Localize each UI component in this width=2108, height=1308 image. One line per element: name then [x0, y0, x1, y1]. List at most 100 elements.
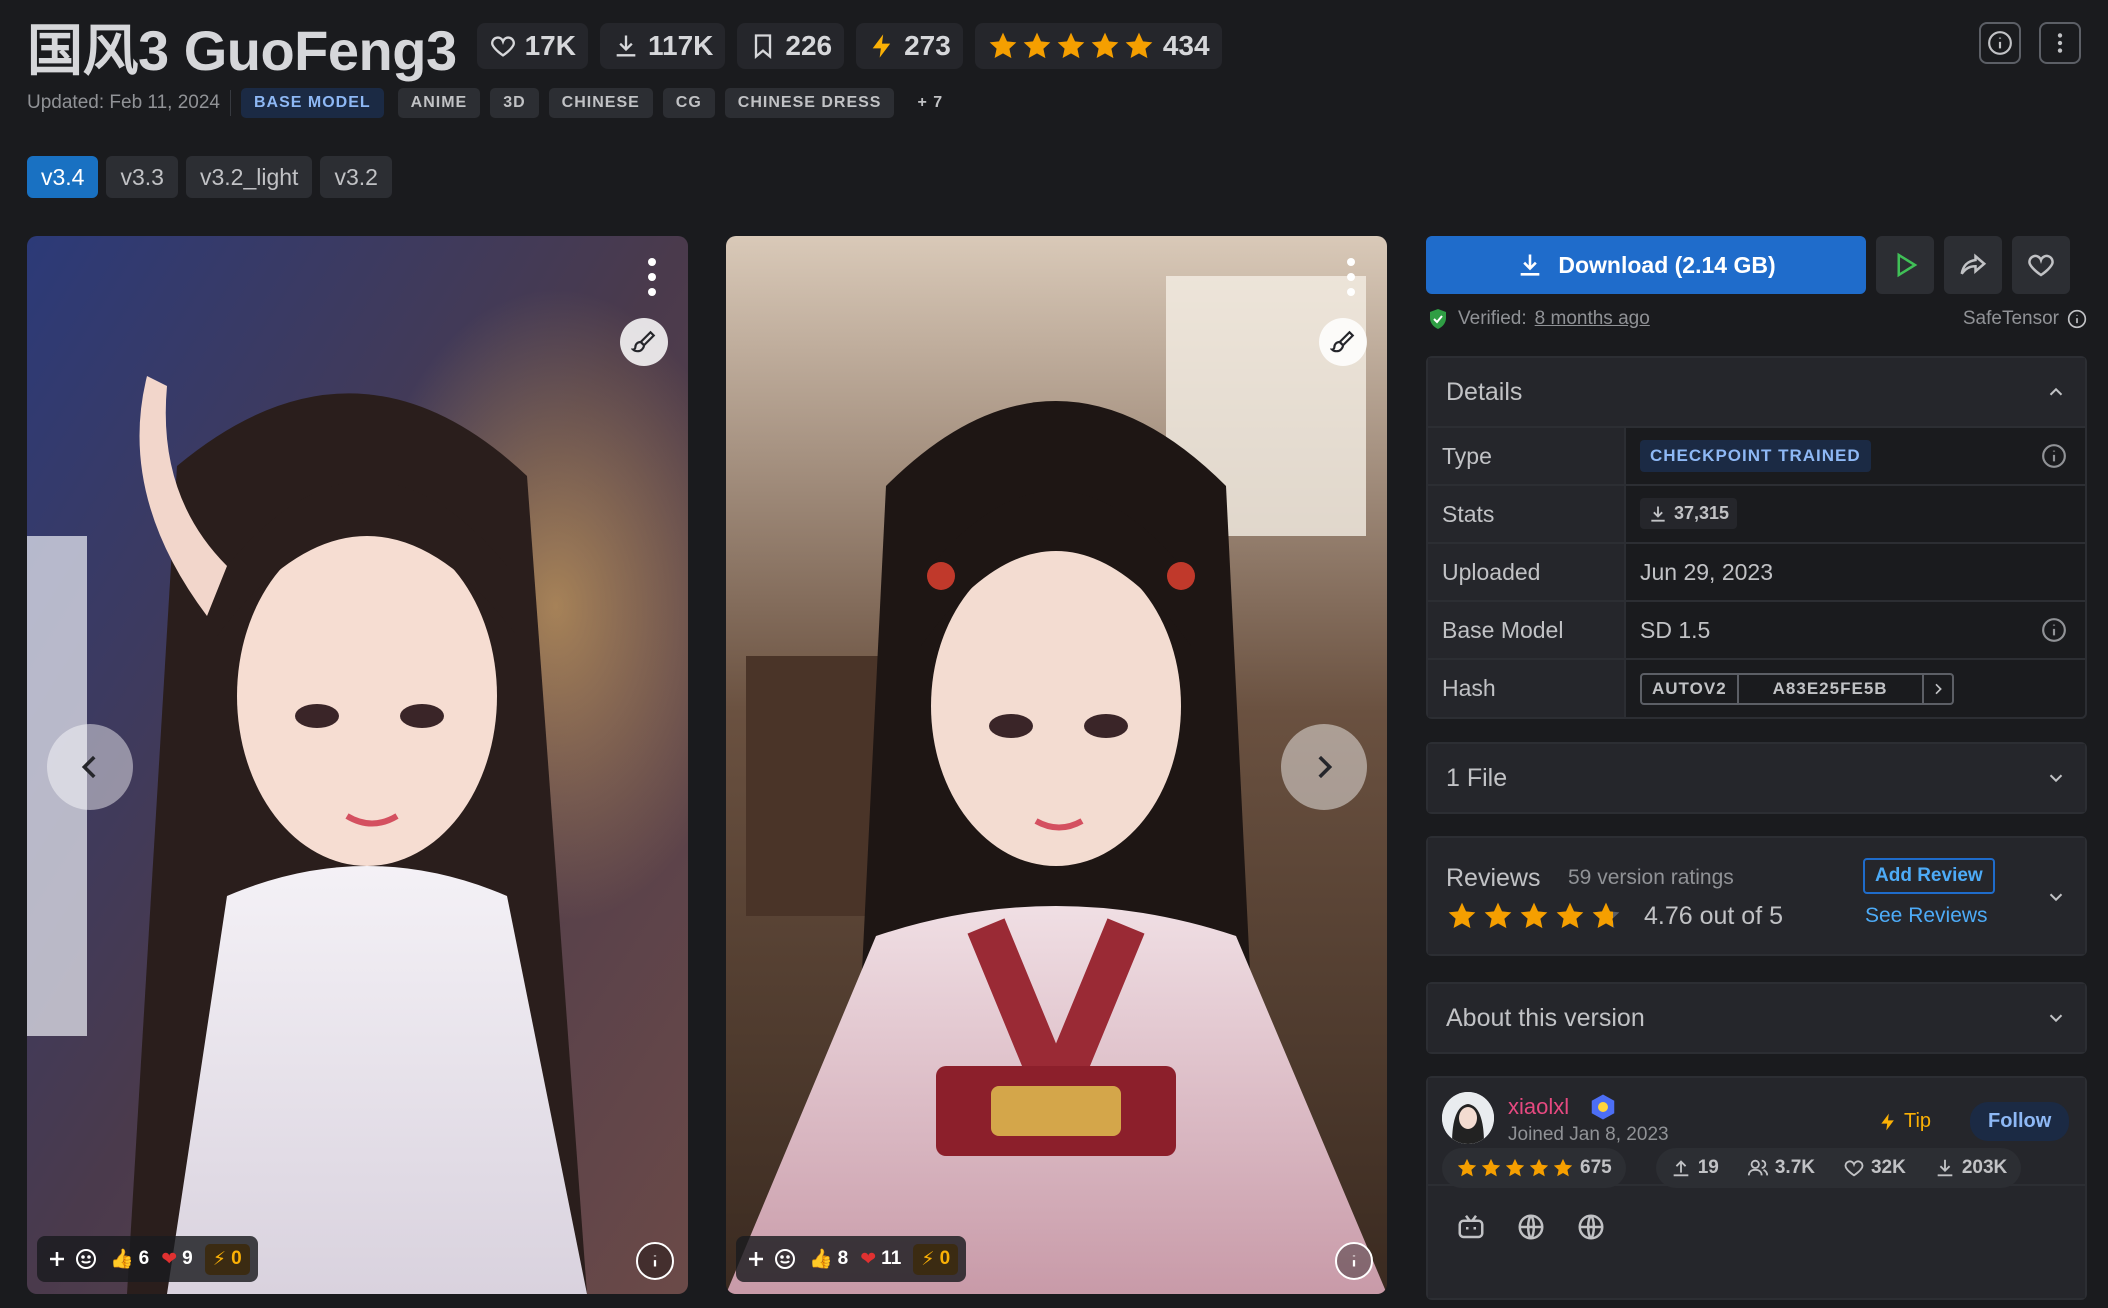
info-icon[interactable]	[2041, 443, 2067, 469]
heart-emoji-icon: ❤	[161, 1248, 178, 1270]
chevron-right-icon	[1318, 755, 1333, 779]
tag-chinese-dress[interactable]: CHINESE DRESS	[724, 88, 895, 118]
more-menu-button[interactable]	[2039, 22, 2081, 64]
users-icon	[1747, 1159, 1768, 1176]
tag-more[interactable]: + 7	[904, 88, 956, 118]
like-reaction[interactable]: 👍 8	[809, 1247, 848, 1271]
avatar[interactable]	[1442, 1092, 1494, 1144]
heart-reaction[interactable]: ❤ 9	[161, 1248, 193, 1271]
download-icon	[1937, 1159, 1953, 1177]
image-menu-button[interactable]	[1345, 258, 1357, 296]
heart-icon	[2028, 254, 2054, 277]
details-row-stats: Stats 37,315	[1428, 484, 2085, 543]
model-title: 国风3 GuoFeng3	[27, 18, 457, 82]
version-tab-v3-2[interactable]: v3.2	[320, 156, 392, 198]
remix-button[interactable]	[1319, 318, 1367, 366]
version-tab-v3-2-light[interactable]: v3.2_light	[185, 156, 313, 198]
follow-button[interactable]: Follow	[1970, 1102, 2070, 1141]
reaction-bar: 👍 8 ❤ 11 ⚡ 0	[736, 1236, 967, 1282]
next-image-button[interactable]	[1281, 724, 1367, 810]
downloads-stat: 117K	[599, 23, 726, 69]
review-count: 59 version ratings	[1568, 866, 1734, 889]
info-icon	[1352, 1255, 1356, 1267]
download-icon	[1651, 506, 1665, 522]
tag-chinese[interactable]: CHINESE	[548, 88, 653, 118]
creator-name[interactable]: xiaolxl	[1508, 1094, 1569, 1120]
bolt-icon: ⚡	[212, 1248, 227, 1270]
image-info-button[interactable]	[636, 1242, 674, 1280]
details-panel: Details Type CHECKPOINT TRAINED Stats 37…	[1426, 356, 2087, 719]
details-table: Type CHECKPOINT TRAINED Stats 37,315 Upl…	[1428, 426, 2085, 717]
bolt-icon	[1881, 1113, 1894, 1130]
image-info-button[interactable]	[1335, 1242, 1373, 1280]
shield-check-icon	[1430, 309, 1446, 329]
rating-stat[interactable]: 434	[974, 23, 1222, 69]
like-reaction[interactable]: 👍 6	[110, 1247, 149, 1271]
tag-cg[interactable]: CG	[662, 88, 715, 118]
info-icon[interactable]	[2041, 617, 2067, 643]
previous-image-button[interactable]	[47, 724, 133, 810]
heart-emoji-icon: ❤	[860, 1248, 877, 1270]
download-button[interactable]: Download (2.14 GB)	[1426, 236, 1866, 294]
share-icon	[1960, 253, 1987, 275]
verified-time-link[interactable]: 8 months ago	[1535, 308, 1650, 330]
buzz-reaction[interactable]: ⚡ 0	[913, 1243, 959, 1275]
buzz-reaction[interactable]: ⚡ 0	[204, 1243, 250, 1275]
image-menu-button[interactable]	[646, 258, 658, 296]
base-model-tag[interactable]: BASE MODEL	[240, 88, 384, 118]
hash-value[interactable]: A83E25FE5B	[1739, 674, 1924, 703]
globe-icon[interactable]	[1516, 1212, 1546, 1242]
bookmarks-stat: 226	[737, 23, 845, 69]
creator-rating-stars	[1456, 1157, 1574, 1179]
chevron-up-icon	[2049, 387, 2063, 396]
run-button[interactable]	[1876, 236, 1934, 294]
star-icon	[1553, 1158, 1573, 1177]
next-hash-button[interactable]	[1924, 681, 1952, 697]
rating-stars	[987, 30, 1155, 62]
info-icon[interactable]	[2067, 309, 2087, 329]
about-version-panel[interactable]: About this version	[1426, 982, 2087, 1054]
remix-button[interactable]	[620, 318, 668, 366]
download-icon	[616, 35, 636, 57]
gallery-image-1[interactable]: 👍 6 ❤ 9 ⚡ 0	[27, 236, 688, 1294]
add-reaction-button[interactable]	[45, 1247, 98, 1271]
avatar-image	[1442, 1092, 1494, 1144]
info-icon	[653, 1255, 657, 1267]
info-button[interactable]	[1979, 22, 2021, 64]
bilibili-icon[interactable]	[1456, 1212, 1486, 1242]
details-toggle[interactable]: Details	[1428, 358, 2085, 426]
hash-selector[interactable]: AUTOV2 A83E25FE5B	[1640, 672, 1954, 705]
version-tab-v3-3[interactable]: v3.3	[106, 156, 178, 198]
tag-3d[interactable]: 3D	[490, 88, 539, 118]
tip-button[interactable]: Tip	[1878, 1110, 1931, 1133]
tag-anime[interactable]: ANIME	[397, 88, 481, 118]
star-icon	[1481, 1158, 1501, 1177]
globe-icon[interactable]	[1576, 1212, 1606, 1242]
see-reviews-link[interactable]: See Reviews	[1865, 904, 1988, 928]
star-icon	[1520, 902, 1548, 929]
favorite-button[interactable]	[2012, 236, 2070, 294]
plus-icon	[50, 1252, 64, 1266]
heart-reaction[interactable]: ❤ 11	[860, 1248, 901, 1271]
add-review-button[interactable]: Add Review	[1863, 858, 1995, 894]
smiley-icon	[775, 1249, 795, 1269]
chevron-down-icon	[2049, 1014, 2063, 1023]
share-button[interactable]	[1944, 236, 2002, 294]
upload-icon	[1673, 1160, 1689, 1177]
version-tab-v3-4[interactable]: v3.4	[27, 156, 99, 198]
add-reaction-button[interactable]	[744, 1247, 797, 1271]
buzz-stat: 273	[856, 23, 963, 69]
download-icon	[1521, 254, 1540, 276]
chevron-down-icon[interactable]	[2045, 886, 2067, 908]
star-icon	[1505, 1158, 1525, 1177]
thumbs-up-icon: 👍	[809, 1249, 833, 1270]
model-type-badge: CHECKPOINT TRAINED	[1640, 440, 1871, 472]
star-icon	[1529, 1158, 1549, 1177]
creator-card: xiaolxl Joined Jan 8, 2023 Tip Follow 67…	[1426, 1076, 2087, 1300]
model-header: 国风3 GuoFeng3 17K 117K 226 273 434 Update…	[27, 14, 2081, 118]
details-row-type: Type CHECKPOINT TRAINED	[1428, 426, 2085, 485]
files-panel[interactable]: 1 File	[1426, 742, 2087, 814]
gallery-image-2[interactable]: 👍 8 ❤ 11 ⚡ 0	[726, 236, 1387, 1294]
chevron-left-icon	[81, 755, 96, 779]
brush-icon	[1330, 330, 1355, 353]
